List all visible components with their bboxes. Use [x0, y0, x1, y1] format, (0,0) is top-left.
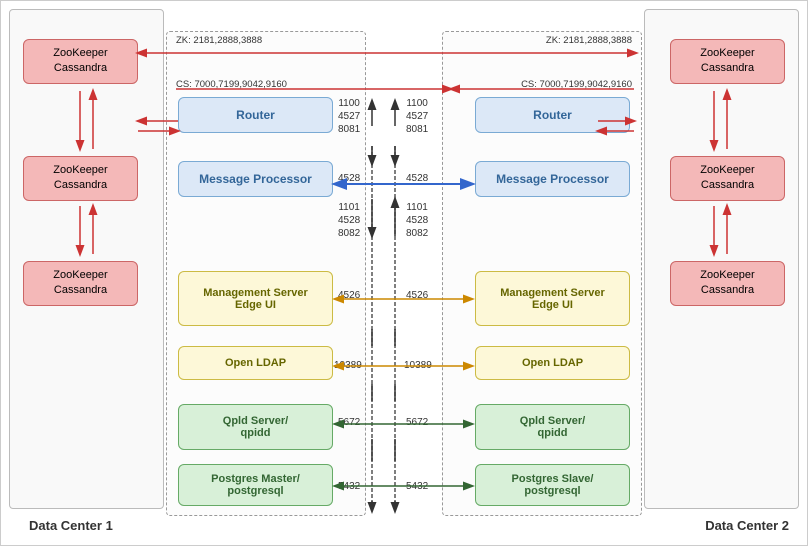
- ms-right: Management ServerEdge UI: [475, 271, 630, 326]
- dc2-label: Data Center 2: [705, 518, 789, 533]
- zk-cassandra-dc2-3: ZooKeeperCassandra: [670, 261, 785, 306]
- qpid-right: Qpld Server/qpidd: [475, 404, 630, 450]
- dc1-background: [9, 9, 164, 509]
- router-port-left: 110045278081: [338, 97, 360, 136]
- ldap-left: Open LDAP: [178, 346, 333, 380]
- zk-cassandra-dc1-2: ZooKeeperCassandra: [23, 156, 138, 201]
- zk-cassandra-dc1-1: ZooKeeperCassandra: [23, 39, 138, 84]
- dc1-label: Data Center 1: [29, 518, 113, 533]
- router-port-right: 110045278081: [406, 97, 428, 136]
- mp-port-left-top: 4528: [338, 172, 360, 185]
- router-right: Router: [475, 97, 630, 133]
- ldap-right: Open LDAP: [475, 346, 630, 380]
- pg-port-left: 5432: [338, 480, 360, 493]
- cs-port-label-left: CS: 7000,7199,9042,9160: [176, 79, 287, 91]
- zk-port-label-right: ZK: 2181,2888,3888: [546, 35, 632, 47]
- ldap-port-left: 10389: [334, 359, 362, 372]
- pg-port-right: 5432: [406, 480, 428, 493]
- pg-left: Postgres Master/postgresql: [178, 464, 333, 506]
- mp-port-right-bottom: 110145288082: [406, 201, 428, 240]
- zk-cassandra-dc1-3: ZooKeeperCassandra: [23, 261, 138, 306]
- mp-right: Message Processor: [475, 161, 630, 197]
- qpid-port-right: 5672: [406, 416, 428, 429]
- dc2-background: [644, 9, 799, 509]
- mp-left: Message Processor: [178, 161, 333, 197]
- pg-right: Postgres Slave/postgresql: [475, 464, 630, 506]
- cs-port-label-right: CS: 7000,7199,9042,9160: [521, 79, 632, 91]
- ms-left: Management ServerEdge UI: [178, 271, 333, 326]
- zk-cassandra-dc2-1: ZooKeeperCassandra: [670, 39, 785, 84]
- mp-port-right-top: 4528: [406, 172, 428, 185]
- zk-cassandra-dc2-2: ZooKeeperCassandra: [670, 156, 785, 201]
- qpid-port-left: 5672: [338, 416, 360, 429]
- router-left: Router: [178, 97, 333, 133]
- ms-port-right: 4526: [406, 289, 428, 302]
- qpid-left: Qpld Server/qpidd: [178, 404, 333, 450]
- ms-port-left: 4526: [338, 289, 360, 302]
- ldap-port-right: 10389: [404, 359, 432, 372]
- diagram-container: ZooKeeperCassandra ZooKeeperCassandra Zo…: [0, 0, 808, 546]
- mp-port-left-bottom: 110145288082: [338, 201, 360, 240]
- zk-port-label-left: ZK: 2181,2888,3888: [176, 35, 262, 47]
